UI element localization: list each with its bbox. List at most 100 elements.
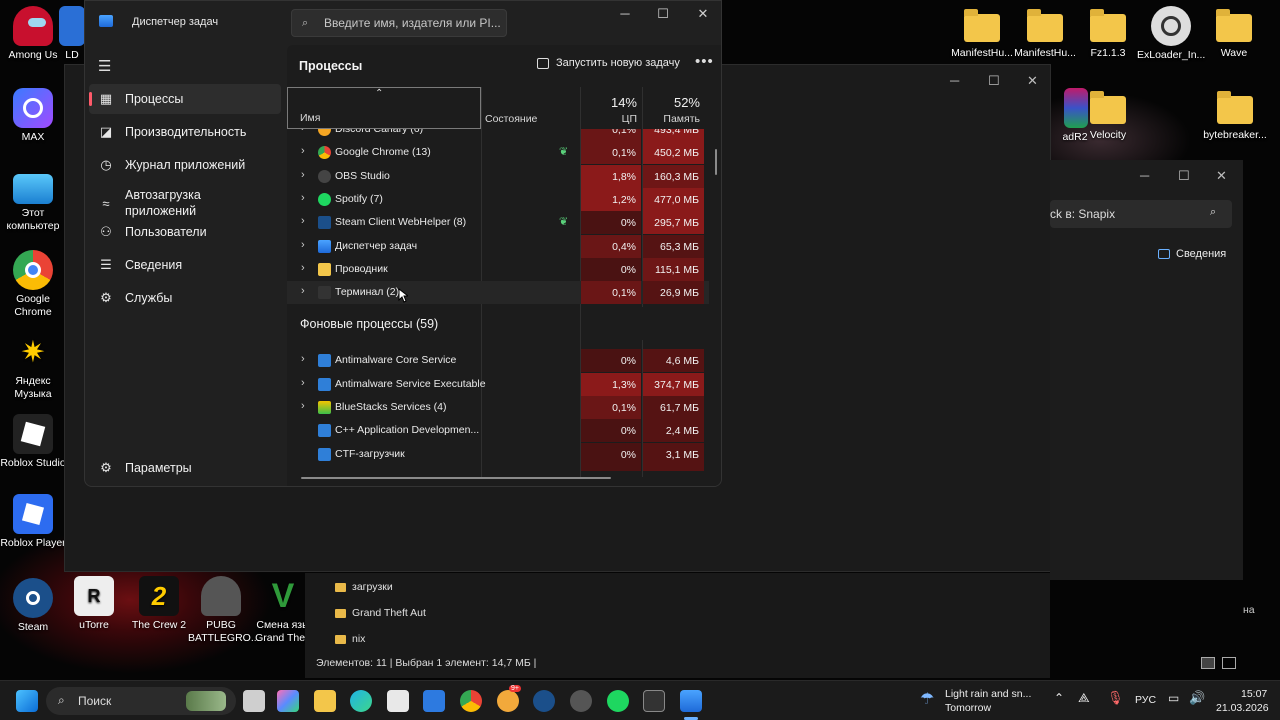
minimize-button[interactable]: ─	[610, 6, 640, 26]
column-status-header[interactable]: Состояние	[485, 113, 537, 125]
folder-item[interactable]: Grand Theft Aut	[335, 607, 426, 619]
desktop-icon-wave[interactable]: Wave	[1201, 6, 1267, 60]
process-row[interactable]: › Spotify (7) 1,2% 477,0 МБ	[287, 187, 709, 211]
expand-chevron-icon[interactable]: ›	[301, 215, 305, 227]
desktop-icon-fz[interactable]: Fz1.1.3	[1075, 6, 1141, 60]
close-icon[interactable]: ✕	[1216, 168, 1227, 184]
expand-chevron-icon[interactable]: ›	[301, 192, 305, 204]
expand-chevron-icon[interactable]: ›	[301, 145, 305, 157]
process-row[interactable]: › OBS Studio 1,8% 160,3 МБ	[287, 164, 709, 188]
desktop-icon-exloader[interactable]: ExLoader_In...	[1137, 6, 1205, 62]
tiles-view-icon[interactable]	[1222, 657, 1236, 669]
explorer-search-input[interactable]: ck в: Snapix ⌕	[1050, 200, 1232, 228]
folder-item[interactable]: загрузки	[335, 581, 393, 593]
obs-taskbar-icon[interactable]	[570, 690, 592, 712]
process-row[interactable]: › Discord Canary (6) 0,1%493,4 МБ	[287, 129, 709, 141]
task-manager-window[interactable]: Диспетчер задач ⌕ ─ ☐ ✕ ☰ ▦ Процессы ◪ П…	[84, 0, 722, 487]
desktop-icon-chrome[interactable]: Google Chrome	[0, 250, 66, 319]
sidebar-item-settings[interactable]: ⚙ Параметры	[89, 453, 281, 483]
desktop-icon-bytebreaker[interactable]: bytebreaker...	[1200, 88, 1270, 142]
vertical-scrollbar[interactable]	[715, 149, 717, 175]
spotify-taskbar-icon[interactable]	[607, 690, 629, 712]
expand-chevron-icon[interactable]: ›	[301, 262, 305, 274]
column-memory-header[interactable]: 52% Память	[643, 87, 704, 129]
folder-item[interactable]: nix	[335, 633, 365, 645]
explorer-window[interactable]: ─ ☐ ✕ ck в: Snapix ⌕ Сведения	[1050, 160, 1243, 580]
clock-time[interactable]: 15:07	[1241, 688, 1267, 700]
tray-overflow-icon[interactable]: ⌃	[1054, 691, 1064, 705]
sidebar-item-details[interactable]: ☰ Сведения	[89, 250, 281, 280]
desktop-icon-utorrent[interactable]: R uTorre	[68, 576, 120, 632]
desktop-icon-steam[interactable]: Steam	[0, 578, 66, 634]
expand-chevron-icon[interactable]: ›	[301, 169, 305, 181]
maximize-button[interactable]: ☐	[648, 6, 678, 26]
microphone-icon[interactable]: 🎙	[1107, 690, 1124, 706]
desktop-icon-pubg[interactable]: PUBG BATTLEGRO...	[188, 576, 260, 645]
horizontal-scrollbar[interactable]	[301, 477, 611, 479]
process-row[interactable]: › BlueStacks Services (4) 0,1% 61,7 МБ	[287, 396, 709, 419]
desktop-icon-this-pc[interactable]: Этот компьютер	[0, 170, 66, 233]
desktop-icon-yandex-music[interactable]: ✷ Яндекс Музыка	[0, 332, 66, 401]
volume-icon[interactable]: 🔊	[1189, 690, 1205, 706]
clock-date[interactable]: 21.03.2026	[1216, 702, 1269, 714]
sidebar-item-app-history[interactable]: ◷ Журнал приложений	[89, 150, 281, 180]
process-row[interactable]: › Диспетчер задач 0,4% 65,3 МБ	[287, 234, 709, 258]
sidebar-item-services[interactable]: ⚙ Службы	[89, 283, 281, 313]
store-icon[interactable]	[387, 690, 409, 712]
run-new-task-button[interactable]: Запустить новую задачу	[537, 57, 680, 69]
process-row[interactable]: › Проводник 0% 115,1 МБ	[287, 257, 709, 281]
sidebar-item-users[interactable]: ⚇ Пользователи	[89, 217, 281, 247]
sidebar-item-processes[interactable]: ▦ Процессы	[89, 84, 281, 114]
minimize-icon[interactable]: ─	[1140, 168, 1149, 183]
close-icon[interactable]: ✕	[1027, 73, 1038, 89]
expand-chevron-icon[interactable]: ›	[301, 353, 305, 365]
maximize-icon[interactable]: ☐	[1178, 168, 1190, 184]
terminal-taskbar-icon[interactable]	[643, 690, 665, 712]
maximize-icon[interactable]: ☐	[988, 73, 1000, 89]
copilot-icon[interactable]	[277, 690, 299, 712]
minimize-icon[interactable]: ─	[950, 73, 959, 88]
process-row[interactable]: › Antimalware Service Executable 1,3% 374,7…	[287, 372, 709, 396]
expand-chevron-icon[interactable]: ›	[301, 285, 305, 297]
game-app-icon[interactable]	[497, 690, 519, 712]
desktop-icon-velocity[interactable]: Velocity	[1075, 88, 1141, 142]
process-row[interactable]: › Терминал (2) 0,1% 26,9 МБ	[287, 281, 709, 305]
hamburger-menu-icon[interactable]: ☰	[98, 57, 111, 75]
network-icon[interactable]: ▭	[1168, 691, 1179, 705]
sidebar-item-performance[interactable]: ◪ Производительность	[89, 117, 281, 147]
process-row[interactable]: › Google Chrome (13) ❦ 0,1% 450,2 МБ	[287, 141, 709, 165]
weather-rain-icon[interactable]: ☂	[920, 689, 934, 709]
outlook-icon[interactable]	[423, 690, 445, 712]
process-row[interactable]: › Antimalware Core Service 0% 4,6 МБ	[287, 349, 709, 373]
taskbar-search[interactable]: ⌕ Поиск	[46, 687, 236, 715]
expand-chevron-icon[interactable]: ›	[301, 377, 305, 389]
desktop-icon-roblox-studio[interactable]: Roblox Studio	[0, 414, 66, 470]
expand-chevron-icon[interactable]: ›	[301, 239, 305, 251]
desktop-icon-the-crew-2[interactable]: 2 The Crew 2	[126, 576, 192, 632]
desktop-icon-manifest-2[interactable]: ManifestHu...	[1011, 6, 1079, 60]
title-bar[interactable]: Диспетчер задач ⌕ ─ ☐ ✕	[85, 1, 721, 45]
process-row[interactable]: EpicGamesLauncher0%47,5 МБ	[287, 465, 709, 471]
windows-start-icon[interactable]	[16, 690, 38, 712]
details-button[interactable]: Сведения	[1158, 248, 1226, 260]
task-view-icon[interactable]	[243, 690, 265, 712]
desktop-icon-roblox-player[interactable]: Roblox Player	[0, 494, 66, 550]
weather-text[interactable]: Light rain and sn...	[945, 688, 1031, 700]
file-explorer-icon[interactable]	[314, 690, 336, 712]
column-name-header[interactable]: ⌃ Имя	[287, 87, 481, 129]
close-button[interactable]: ✕	[688, 6, 718, 26]
desktop-icon-manifest-1[interactable]: ManifestHu...	[948, 6, 1016, 60]
more-options-icon[interactable]: •••	[695, 53, 714, 70]
steam-taskbar-icon[interactable]	[533, 690, 555, 712]
language-indicator[interactable]: РУС	[1135, 694, 1156, 706]
expand-chevron-icon[interactable]: ›	[301, 129, 305, 134]
desktop-icon-max[interactable]: MAX	[0, 88, 66, 144]
column-cpu-header[interactable]: 14% ЦП	[581, 87, 641, 129]
process-row[interactable]: › Steam Client WebHelper (8) ❦ 0% 295,7 МБ	[287, 211, 709, 235]
edge-icon[interactable]	[350, 690, 372, 712]
chrome-taskbar-icon[interactable]	[460, 690, 482, 712]
details-view-icon[interactable]	[1201, 657, 1215, 669]
tray-app-icon[interactable]: ⟁	[1078, 690, 1090, 706]
process-row[interactable]: C++ Application Developmen... 0% 2,4 МБ	[287, 419, 709, 443]
expand-chevron-icon[interactable]: ›	[301, 400, 305, 412]
